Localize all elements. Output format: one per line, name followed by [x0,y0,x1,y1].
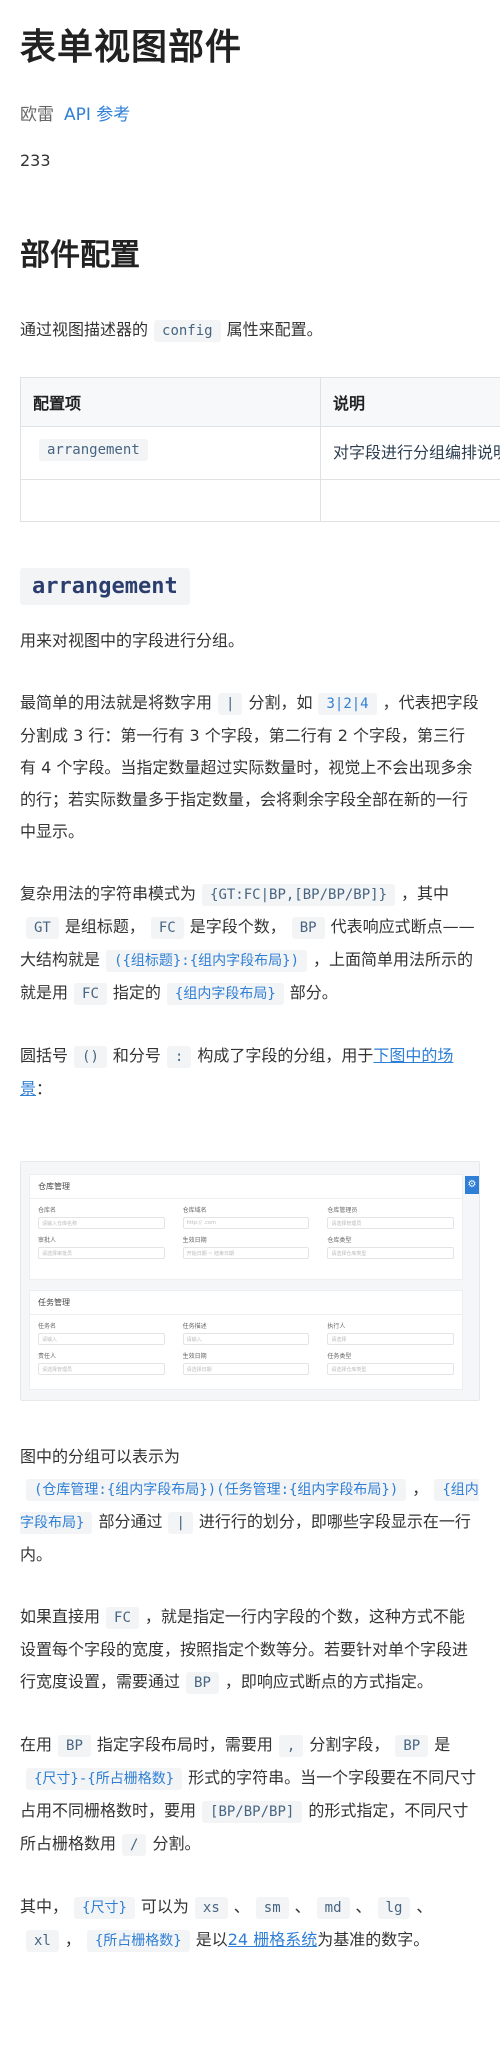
field-label: 仓库管理员 [327,1207,358,1214]
field-input[interactable]: 请选择管理员 [38,1363,165,1375]
paragraph-2: 最简单的用法就是将数字用 | 分割，如 3|2|4 ，代表把字段分割成 3 行：第一行有… [20,693,479,841]
table-row [20,479,500,522]
table-row: arrangement 对字段进行分组编排说明 [20,426,500,480]
paragraph-6: 如果直接用 FC ，就是指定一行内字段的个数，这种方式不能设置每个字段的宽度，按照指… [20,1601,480,1699]
author: 欧雷 [20,105,54,125]
page-title: 表单视图部件 [20,27,243,68]
inline-code: config [154,320,221,342]
task-panel: 任务管理 任务名请输入 任务描述请输入 执行人请选择 责任人请选择管理员 生效日… [29,1290,463,1390]
field-input[interactable]: 请输入仓库名称 [38,1217,165,1229]
field-label: 仓库类型 [327,1237,352,1244]
config-table-wrapper[interactable]: 配置项 说明 arrangement 对字段进行分组编排说明 [20,347,500,522]
table-cell-key: arrangement [39,439,148,461]
api-reference-link[interactable]: API 参考 [64,105,130,125]
config-intro: 通过视图描述器的 config 属性来配置。 [20,314,500,347]
table-cell-desc [320,479,500,522]
table-cell-desc: 对字段进行分组编排说明 [320,426,500,480]
config-table: 配置项 说明 arrangement 对字段进行分组编排说明 [20,377,500,522]
field-input[interactable]: 请选择仓库类型 [327,1363,454,1375]
paragraph-3: 复杂用法的字符串模式为 {GT:FC|BP,[BP/BP/BP]} ，其中GT 是组标… [20,878,480,1010]
field-input[interactable]: 请输入 [182,1333,310,1345]
paragraph-4: 圆括号() 和分号: 构成了字段的分组，用于下图中的场景： [20,1046,454,1098]
paragraph-1: 用来对视图中的字段进行分组。 [20,631,245,650]
field-input[interactable]: http:// .com [182,1217,310,1229]
table-cell-key [20,479,321,522]
field-label: 执行人 [327,1323,346,1330]
field-label: 任务描述 [182,1323,207,1330]
field-label: 生效日期 [182,1353,207,1360]
paragraph-7: 在用 BP 指定字段布局时，需要用, 分割字段， BP 是{尺寸}-{所占栅格数} 形式的字… [20,1729,480,1861]
paragraph-8: 其中， {尺寸} 可以为 xs、 sm、 md、 lg 、xl， {所占栅格数} 是以24 栅格系… [20,1891,480,1957]
field-input[interactable]: 请输入 [38,1333,165,1345]
field-label: 审批人 [38,1237,57,1244]
grid-system-link[interactable]: 24 栅格系统 [228,1930,317,1949]
gear-icon[interactable]: ⚙ [465,1176,479,1194]
field-input[interactable]: 请选择日期 [182,1363,310,1375]
panel-title: 仓库管理 [30,1175,462,1199]
field-input[interactable]: 请选择审批员 [38,1247,165,1259]
page-meta: 欧雷 API 参考 [20,100,500,125]
table-header-desc: 说明 [320,377,500,427]
field-label: 仓库名 [38,1207,57,1214]
field-input[interactable]: 开始日期 ~ 结束日期 [182,1247,310,1259]
panel-title: 任务管理 [30,1291,462,1315]
field-label: 任务类型 [327,1353,352,1360]
field-label: 仓库域名 [182,1207,207,1214]
field-input[interactable]: 请选择 [327,1333,454,1345]
field-input[interactable]: 请选择仓库类型 [327,1247,454,1259]
page: 表单视图部件 欧雷 API 参考 233 部件配置 通过视图描述器的 config 属… [0,0,500,2059]
number-text: 233 [20,151,51,170]
paragraph-5: 图中的分组可以表示为 (仓库管理:{组内字段布局})(任务管理:{组内字段布局})… [20,1447,479,1564]
section-title: 部件配置 [20,238,140,273]
field-input[interactable]: 请选择管理员 [327,1217,454,1229]
field-label: 责任人 [38,1353,57,1360]
warehouse-panel: 仓库管理 仓库名请输入仓库名称 仓库域名 http:// .com 仓库管理员请选… [29,1174,463,1280]
field-label: 任务名 [38,1323,57,1330]
field-label: 生效日期 [182,1237,207,1244]
arrangement-heading: arrangement [20,568,500,605]
table-header-key: 配置项 [20,377,321,427]
form-screenshot-figure: 仓库管理 仓库名请输入仓库名称 仓库域名 http:// .com 仓库管理员请选… [20,1161,480,1401]
